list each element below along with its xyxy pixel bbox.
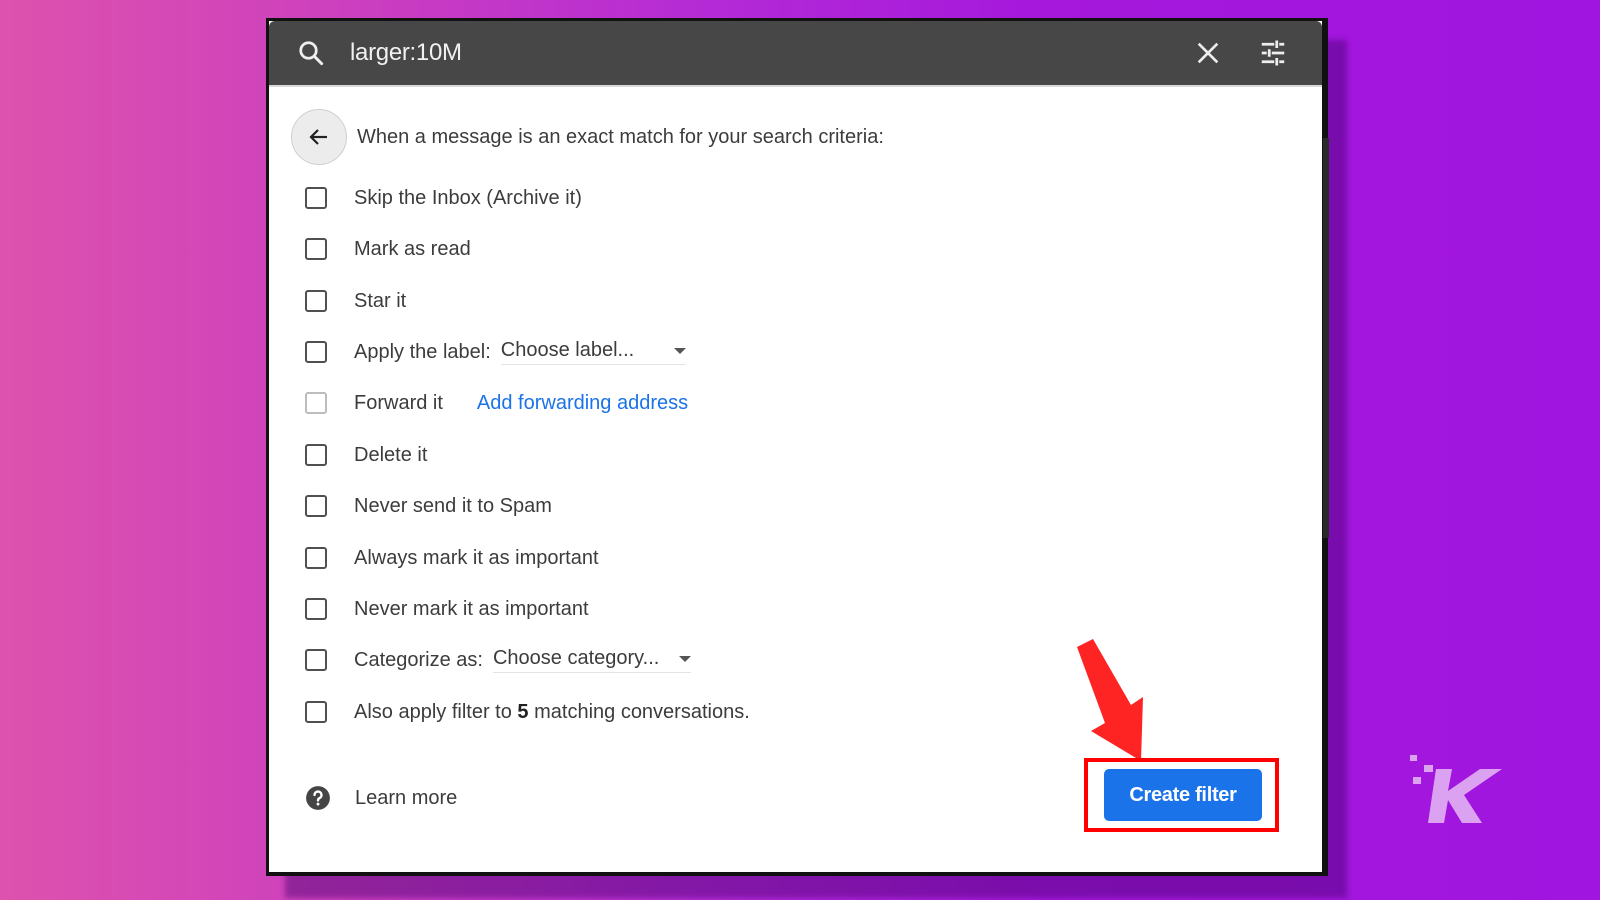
create-filter-button[interactable]: Create filter — [1104, 769, 1262, 821]
option-label: Forward it — [354, 391, 443, 414]
option-label: Also apply filter to 5 matching conversa… — [354, 701, 750, 724]
star-it-checkbox[interactable] — [305, 290, 327, 312]
add-forwarding-address-link[interactable]: Add forwarding address — [477, 392, 688, 415]
option-label: Delete it — [354, 443, 428, 466]
learn-more-link[interactable]: Learn more — [355, 787, 457, 810]
red-arrow-annotation — [1077, 639, 1143, 761]
criteria-header: When a message is an exact match for you… — [291, 109, 884, 165]
label-select[interactable]: Choose label... — [500, 339, 686, 365]
back-button[interactable] — [291, 109, 347, 165]
search-icon[interactable] — [296, 38, 326, 68]
delete-it-checkbox[interactable] — [305, 444, 327, 466]
knowtechie-logo-icon — [1410, 755, 1502, 823]
option-apply-label: Apply the label: Choose label... — [305, 337, 686, 367]
label-prefix: Also apply filter to — [354, 700, 518, 723]
dropdown-caret-icon — [673, 347, 686, 354]
arrow-back-icon — [309, 129, 327, 145]
always-important-checkbox[interactable] — [305, 547, 327, 569]
option-label: Categorize as: — [354, 648, 483, 671]
option-never-important: Never mark it as important — [305, 594, 589, 624]
option-label: Apply the label: — [354, 340, 491, 363]
never-spam-checkbox[interactable] — [305, 495, 327, 517]
categorize-checkbox[interactable] — [305, 649, 327, 671]
tune-icon[interactable] — [1258, 38, 1288, 68]
close-icon[interactable] — [1194, 39, 1222, 67]
background-window-edge — [1323, 138, 1329, 538]
forward-it-checkbox[interactable] — [305, 392, 327, 414]
option-label: Skip the Inbox (Archive it) — [354, 186, 582, 209]
search-bar: larger:10M — [269, 21, 1322, 87]
option-forward-it: Forward it Add forwarding address — [305, 388, 688, 418]
option-label: Never mark it as important — [354, 597, 589, 620]
option-always-important: Always mark it as important — [305, 543, 599, 573]
apply-to-matching-checkbox[interactable] — [305, 701, 327, 723]
option-categorize: Categorize as: Choose category... — [305, 645, 691, 675]
search-input[interactable]: larger:10M — [350, 39, 1194, 67]
option-label: Always mark it as important — [354, 546, 599, 569]
label-suffix: matching conversations. — [528, 700, 750, 723]
dropdown-caret-icon — [678, 655, 691, 662]
option-apply-to-matching: Also apply filter to 5 matching conversa… — [305, 697, 750, 727]
option-label: Star it — [354, 289, 407, 312]
filter-dialog: larger:10M When a message is an exact ma… — [266, 18, 1329, 876]
option-label: Mark as read — [354, 237, 471, 260]
filter-dialog-body: larger:10M When a message is an exact ma… — [269, 21, 1322, 872]
option-delete-it: Delete it — [305, 440, 427, 470]
option-label: Never send it to Spam — [354, 494, 552, 517]
option-star-it: Star it — [305, 286, 406, 316]
learn-more-row: Learn more — [305, 785, 457, 811]
apply-label-checkbox[interactable] — [305, 341, 327, 363]
skip-inbox-checkbox[interactable] — [305, 187, 327, 209]
criteria-description: When a message is an exact match for you… — [357, 125, 884, 148]
label-select-value: Choose label... — [500, 339, 635, 361]
matching-count: 5 — [517, 700, 529, 723]
never-important-checkbox[interactable] — [305, 598, 327, 620]
mark-as-read-checkbox[interactable] — [305, 238, 327, 260]
option-skip-inbox: Skip the Inbox (Archive it) — [305, 183, 582, 213]
help-icon[interactable] — [305, 785, 331, 811]
category-select-value: Choose category... — [492, 647, 660, 669]
option-never-spam: Never send it to Spam — [305, 491, 552, 521]
category-select[interactable]: Choose category... — [492, 647, 691, 673]
option-mark-as-read: Mark as read — [305, 234, 471, 264]
